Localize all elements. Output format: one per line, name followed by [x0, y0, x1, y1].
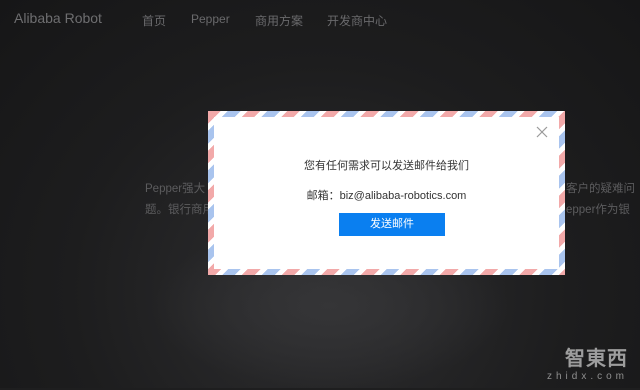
top-navigation: Alibaba Robot 首页 Pepper 商用方案 开发商中心 [0, 0, 640, 38]
close-icon[interactable] [535, 125, 549, 139]
background-text-right-line1: 客户的疑难问 [566, 183, 635, 195]
background-text-right: 客户的疑难问 epper作为银 [566, 179, 635, 221]
email-label: 邮箱： [306, 190, 340, 202]
watermark: 智東西 zhidx.com [547, 342, 628, 382]
watermark-logo: 智東西 [565, 348, 628, 370]
background-text-right-line2: epper作为银 [566, 204, 630, 216]
email-address[interactable]: biz@alibaba-robotics.com [340, 190, 467, 202]
background-text-left-line2: 题。银行商用 [145, 204, 214, 216]
watermark-url: zhidx.com [546, 371, 628, 382]
email-line: 邮箱：biz@alibaba-robotics.com [214, 187, 559, 203]
send-email-button[interactable]: 发送邮件 [339, 213, 445, 236]
nav-home[interactable]: 首页 [142, 12, 166, 29]
logo[interactable]: Alibaba Robot [14, 10, 102, 26]
nav-developer-center[interactable]: 开发商中心 [327, 12, 387, 29]
background-text-left-line1: Pepper强大 [145, 183, 206, 195]
contact-modal: 您有任何需求可以发送邮件给我们 邮箱：biz@alibaba-robotics.… [208, 111, 565, 275]
nav-commercial-solutions[interactable]: 商用方案 [255, 12, 303, 29]
modal-body: 您有任何需求可以发送邮件给我们 邮箱：biz@alibaba-robotics.… [214, 117, 559, 269]
background-text-left: Pepper强大 题。银行商用 [145, 179, 214, 221]
nav-pepper[interactable]: Pepper [191, 12, 230, 26]
modal-message: 您有任何需求可以发送邮件给我们 [304, 160, 469, 172]
